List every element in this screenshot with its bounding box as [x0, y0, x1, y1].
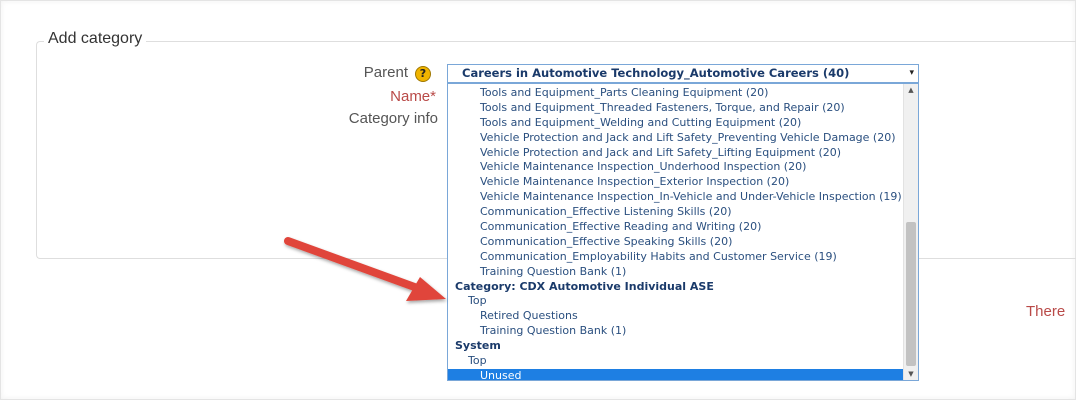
dropdown-option[interactable]: Retired Questions: [448, 309, 903, 324]
dropdown-option[interactable]: Top: [448, 354, 903, 369]
scroll-up-icon[interactable]: ▲: [904, 84, 918, 96]
dropdown-option[interactable]: Tools and Equipment_Threaded Fasteners, …: [448, 101, 903, 116]
dropdown-option[interactable]: Communication_Employability Habits and C…: [448, 250, 903, 265]
dropdown-option[interactable]: Communication_Effective Listening Skills…: [448, 205, 903, 220]
dropdown-option[interactable]: Vehicle Maintenance Inspection_In-Vehicl…: [448, 190, 903, 205]
parent-dropdown-list[interactable]: Tools and Equipment_Parts Cleaning Equip…: [447, 83, 919, 381]
annotation-arrow-icon: [284, 237, 446, 301]
dropdown-option[interactable]: Unused: [448, 368, 903, 380]
dropdown-option[interactable]: Communication_Effective Speaking Skills …: [448, 235, 903, 250]
parent-select[interactable]: Careers in Automotive Technology_Automot…: [447, 64, 919, 83]
option-group-header: Category: CDX Automotive Individual ASE: [455, 279, 714, 293]
name-label: Name*: [390, 88, 436, 105]
dropdown-option[interactable]: Vehicle Maintenance Inspection_Underhood…: [448, 160, 903, 175]
parent-select-value: Careers in Automotive Technology_Automot…: [462, 66, 850, 80]
dropdown-option[interactable]: Top: [448, 294, 903, 309]
dropdown-option[interactable]: Tools and Equipment_Welding and Cutting …: [448, 116, 903, 131]
dropdown-scrollbar[interactable]: ▲ ▼: [903, 84, 918, 380]
dropdown-option[interactable]: Tools and Equipment_Parts Cleaning Equip…: [448, 86, 903, 101]
option-group-header: System: [455, 339, 501, 353]
dropdown-option[interactable]: Vehicle Protection and Jack and Lift Saf…: [448, 131, 903, 146]
dropdown-options: Tools and Equipment_Parts Cleaning Equip…: [448, 86, 903, 380]
dropdown-option[interactable]: Training Question Bank (1): [448, 324, 903, 339]
parent-label: Parent: [363, 64, 408, 81]
dropdown-option[interactable]: Communication_Effective Reading and Writ…: [448, 220, 903, 235]
fieldset-legend: Add category: [44, 30, 147, 48]
error-text-fragment: There: [1026, 303, 1066, 320]
help-icon[interactable]: ?: [415, 66, 431, 82]
chevron-down-icon[interactable]: ▾: [909, 65, 914, 82]
category-info-label: Category info: [348, 110, 438, 127]
scroll-thumb[interactable]: [906, 222, 916, 366]
dropdown-option[interactable]: Vehicle Maintenance Inspection_Exterior …: [448, 175, 903, 190]
dropdown-option[interactable]: Training Question Bank (1): [448, 265, 903, 280]
dropdown-option[interactable]: Vehicle Protection and Jack and Lift Saf…: [448, 146, 903, 161]
scroll-down-icon[interactable]: ▼: [904, 368, 918, 380]
